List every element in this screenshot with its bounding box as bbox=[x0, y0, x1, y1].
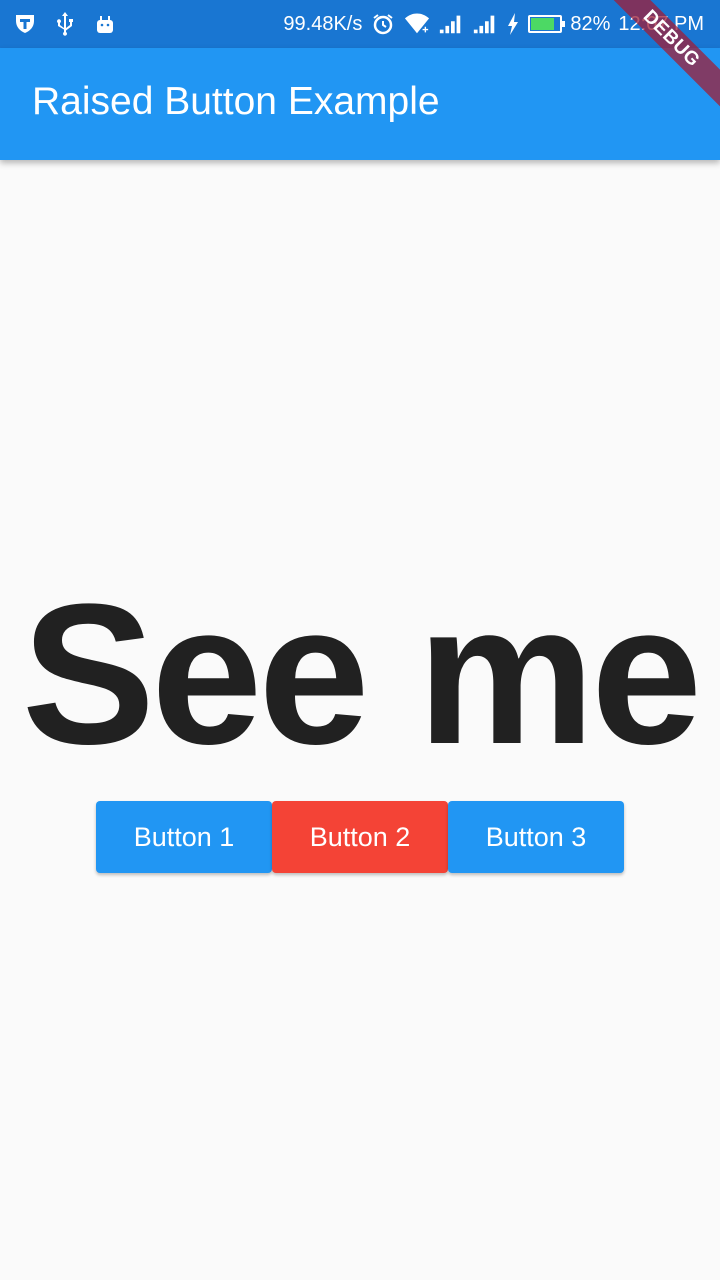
status-bar: 99.48K/s 82% 12:07 PM bbox=[0, 0, 720, 48]
status-bar-left-icons bbox=[12, 11, 118, 37]
charging-icon bbox=[506, 11, 520, 37]
button-row: Button 1 Button 2 Button 3 bbox=[96, 801, 624, 873]
shield-icon bbox=[12, 11, 38, 37]
headline-text: See me bbox=[21, 563, 703, 786]
status-bar-right: 99.48K/s 82% 12:07 PM bbox=[283, 11, 708, 37]
wifi-icon bbox=[404, 11, 430, 37]
battery-fill bbox=[531, 18, 555, 30]
button-1[interactable]: Button 1 bbox=[96, 801, 272, 873]
signal-icon-2 bbox=[472, 11, 498, 37]
battery-percent: 82% bbox=[570, 12, 611, 35]
usb-icon bbox=[52, 11, 78, 37]
signal-icon bbox=[438, 11, 464, 37]
button-3[interactable]: Button 3 bbox=[448, 801, 624, 873]
page-title: Raised Button Example bbox=[32, 80, 440, 123]
network-speed: 99.48K/s bbox=[283, 12, 363, 35]
alarm-icon bbox=[370, 11, 396, 37]
battery-icon bbox=[528, 15, 566, 33]
app-bar: Raised Button Example bbox=[0, 48, 720, 160]
android-icon bbox=[92, 11, 118, 37]
button-2[interactable]: Button 2 bbox=[272, 801, 448, 873]
clock: 12:07 PM bbox=[618, 12, 704, 35]
